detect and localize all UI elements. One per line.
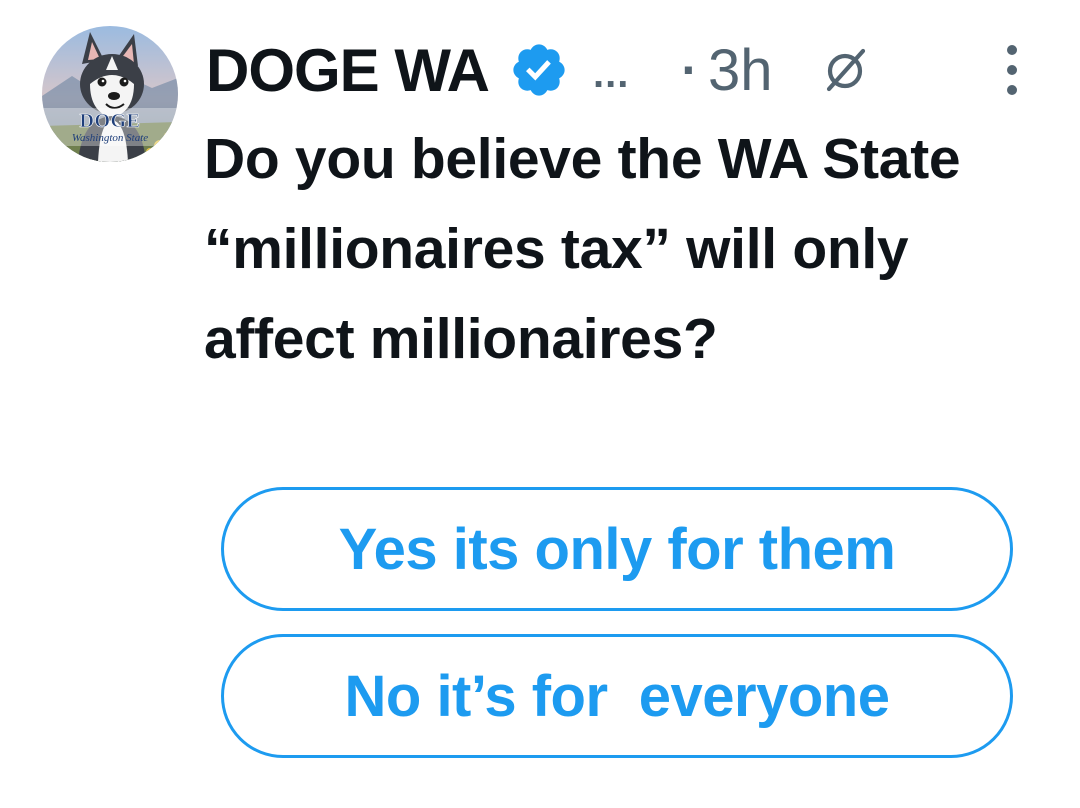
grok-icon[interactable] xyxy=(821,45,871,95)
poll-option-yes[interactable]: Yes its only for them xyxy=(221,487,1013,611)
separator-dot: · xyxy=(681,42,699,98)
avatar-title: DOGE xyxy=(79,110,141,133)
handle-truncated: ... xyxy=(593,51,630,96)
poll-option-label: Yes its only for them xyxy=(338,516,896,582)
verified-badge-icon[interactable] xyxy=(509,40,569,100)
tweet-text: Do you believe the WA State “millionaire… xyxy=(204,127,961,371)
tweet-header: DOGE WA ... · 3h xyxy=(206,30,871,110)
avatar-subtitle: Washington State xyxy=(71,132,149,144)
timestamp[interactable]: 3h xyxy=(708,37,773,104)
display-name[interactable]: DOGE WA xyxy=(206,36,490,105)
avatar[interactable]: DOGE Washington State xyxy=(42,26,178,162)
poll-option-label: No it’s for everyone xyxy=(344,663,890,729)
poll-option-no[interactable]: No it’s for everyone xyxy=(221,634,1013,758)
more-vertical-icon[interactable] xyxy=(1000,42,1024,98)
